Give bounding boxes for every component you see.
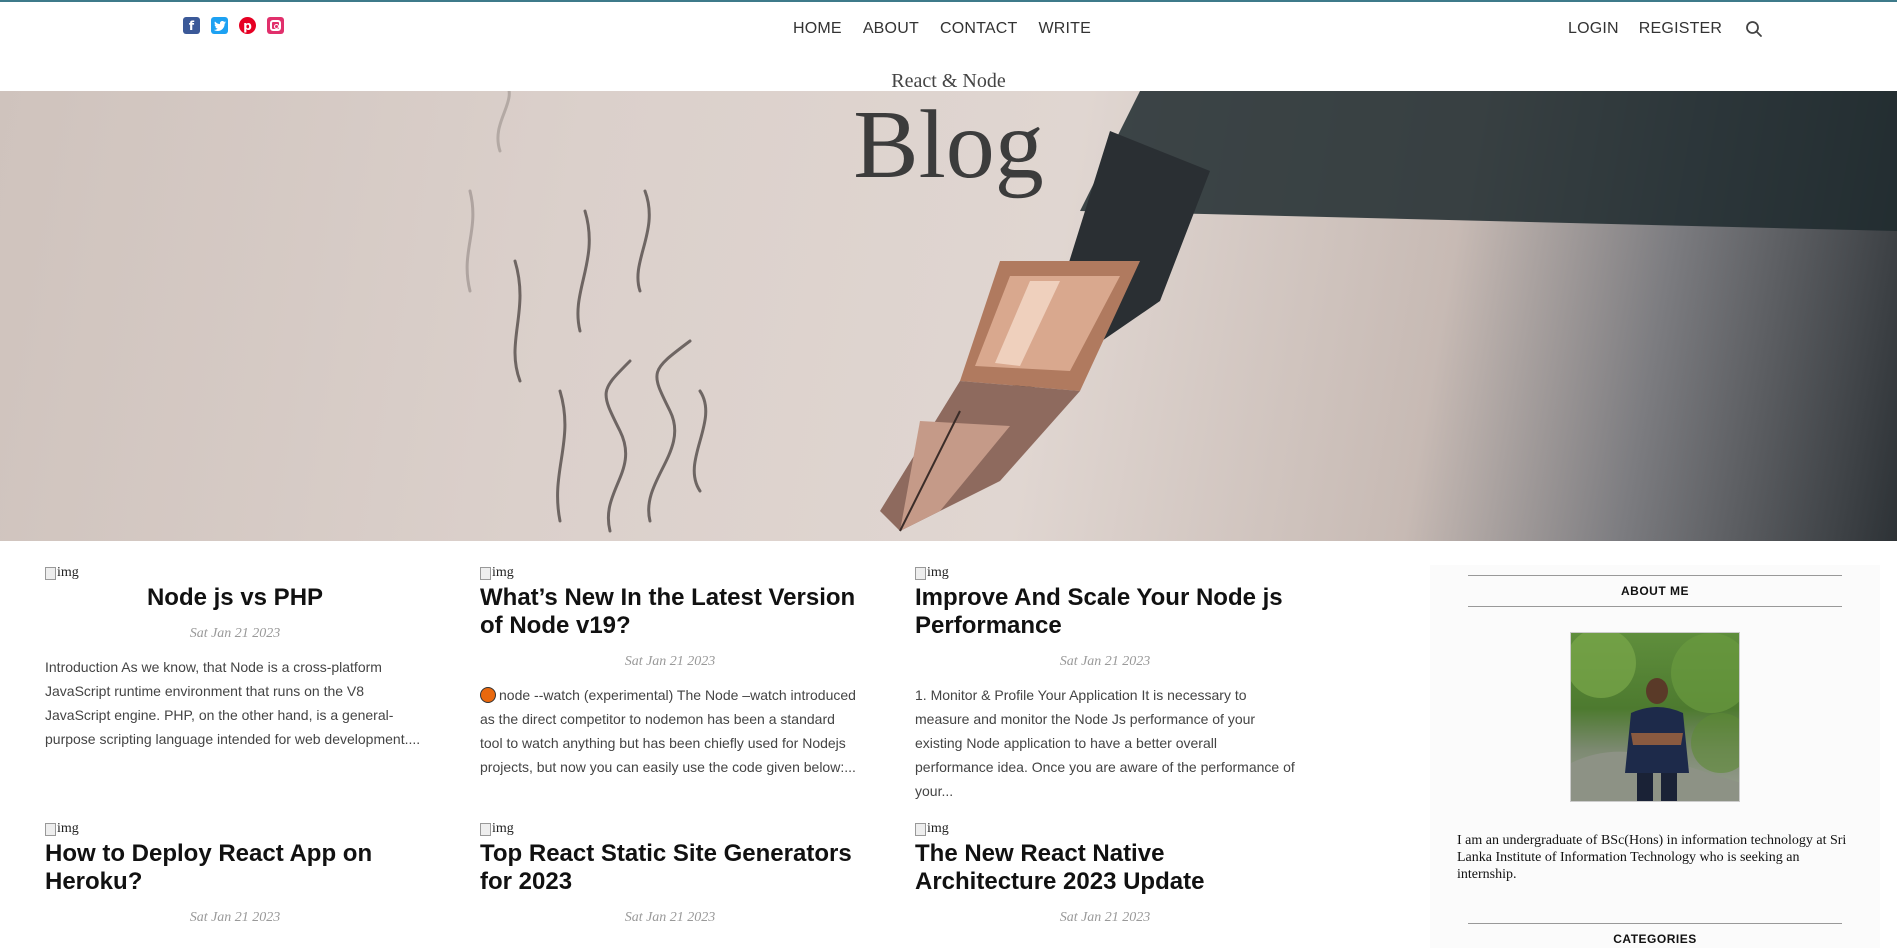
post-title[interactable]: What’s New In the Latest Version of Node… xyxy=(480,584,860,640)
post-date: Sat Jan 21 2023 xyxy=(189,626,281,641)
post-image: img xyxy=(480,565,860,581)
broken-image-icon xyxy=(915,566,926,580)
auth-nav: LOGIN REGISTER xyxy=(1568,20,1722,38)
post-card[interactable]: img Top React Static Site Generators for… xyxy=(480,821,860,926)
about-me-heading: ABOUT ME xyxy=(1468,575,1842,607)
twitter-icon[interactable] xyxy=(211,17,228,34)
post-date: Sat Jan 21 2023 xyxy=(1059,654,1151,669)
post-title[interactable]: The New React Native Architecture 2023 U… xyxy=(915,840,1295,896)
post-image: img xyxy=(480,821,860,837)
post-title[interactable]: Improve And Scale Your Node js Performan… xyxy=(915,584,1295,640)
nav-contact[interactable]: CONTACT xyxy=(940,20,1018,38)
social-links: f p xyxy=(183,17,284,34)
main-nav: HOME ABOUT CONTACT WRITE xyxy=(793,20,1091,38)
post-card[interactable]: img Improve And Scale Your Node js Perfo… xyxy=(915,565,1295,803)
post-image: img xyxy=(45,565,425,581)
post-excerpt: 1. Monitor & Profile Your Application It… xyxy=(915,687,1295,799)
search-icon[interactable] xyxy=(1745,20,1763,38)
post-image: img xyxy=(45,821,425,837)
pinterest-icon[interactable]: p xyxy=(239,17,256,34)
about-me-text: I am an undergraduate of BSc(Hons) in in… xyxy=(1457,833,1847,882)
post-card[interactable]: img Node js vs PHP Sat Jan 21 2023 Intro… xyxy=(45,565,425,751)
broken-image-icon xyxy=(45,822,56,836)
post-date: Sat Jan 21 2023 xyxy=(189,910,281,925)
broken-image-icon xyxy=(45,566,56,580)
login-link[interactable]: LOGIN xyxy=(1568,20,1619,38)
post-title[interactable]: Top React Static Site Generators for 202… xyxy=(480,840,860,896)
header-title: Blog xyxy=(853,91,1044,199)
post-title[interactable]: How to Deploy React App on Heroku? xyxy=(45,840,425,896)
avatar xyxy=(1570,632,1740,802)
post-card[interactable]: img How to Deploy React App on Heroku? S… xyxy=(45,821,425,926)
categories-heading: CATEGORIES xyxy=(1468,923,1842,948)
post-card[interactable]: img What’s New In the Latest Version of … xyxy=(480,565,860,779)
post-excerpt: node --watch (experimental) The Node –wa… xyxy=(480,687,856,775)
post-card[interactable]: img The New React Native Architecture 20… xyxy=(915,821,1295,926)
broken-image-icon xyxy=(480,822,491,836)
sidebar: ABOUT ME I am an undergraduate of BSc(Ho… xyxy=(1430,565,1880,948)
nav-write[interactable]: WRITE xyxy=(1038,20,1091,38)
nav-home[interactable]: HOME xyxy=(793,20,842,38)
post-image: img xyxy=(915,821,1295,837)
nav-about[interactable]: ABOUT xyxy=(863,20,919,38)
register-link[interactable]: REGISTER xyxy=(1639,20,1722,38)
instagram-icon[interactable] xyxy=(267,17,284,34)
post-date: Sat Jan 21 2023 xyxy=(1059,910,1151,925)
facebook-icon[interactable]: f xyxy=(183,17,200,34)
post-title[interactable]: Node js vs PHP xyxy=(45,584,425,612)
broken-image-icon xyxy=(480,566,491,580)
orange-circle-icon xyxy=(480,687,496,703)
top-bar: f p HOME ABOUT CONTACT WRITE LOGIN REGIS… xyxy=(0,0,1897,50)
broken-image-icon xyxy=(915,822,926,836)
header-subtitle: React & Node xyxy=(891,70,1006,92)
post-date: Sat Jan 21 2023 xyxy=(624,910,716,925)
post-date: Sat Jan 21 2023 xyxy=(624,654,716,669)
post-excerpt: Introduction As we know, that Node is a … xyxy=(45,659,421,747)
post-image: img xyxy=(915,565,1295,581)
